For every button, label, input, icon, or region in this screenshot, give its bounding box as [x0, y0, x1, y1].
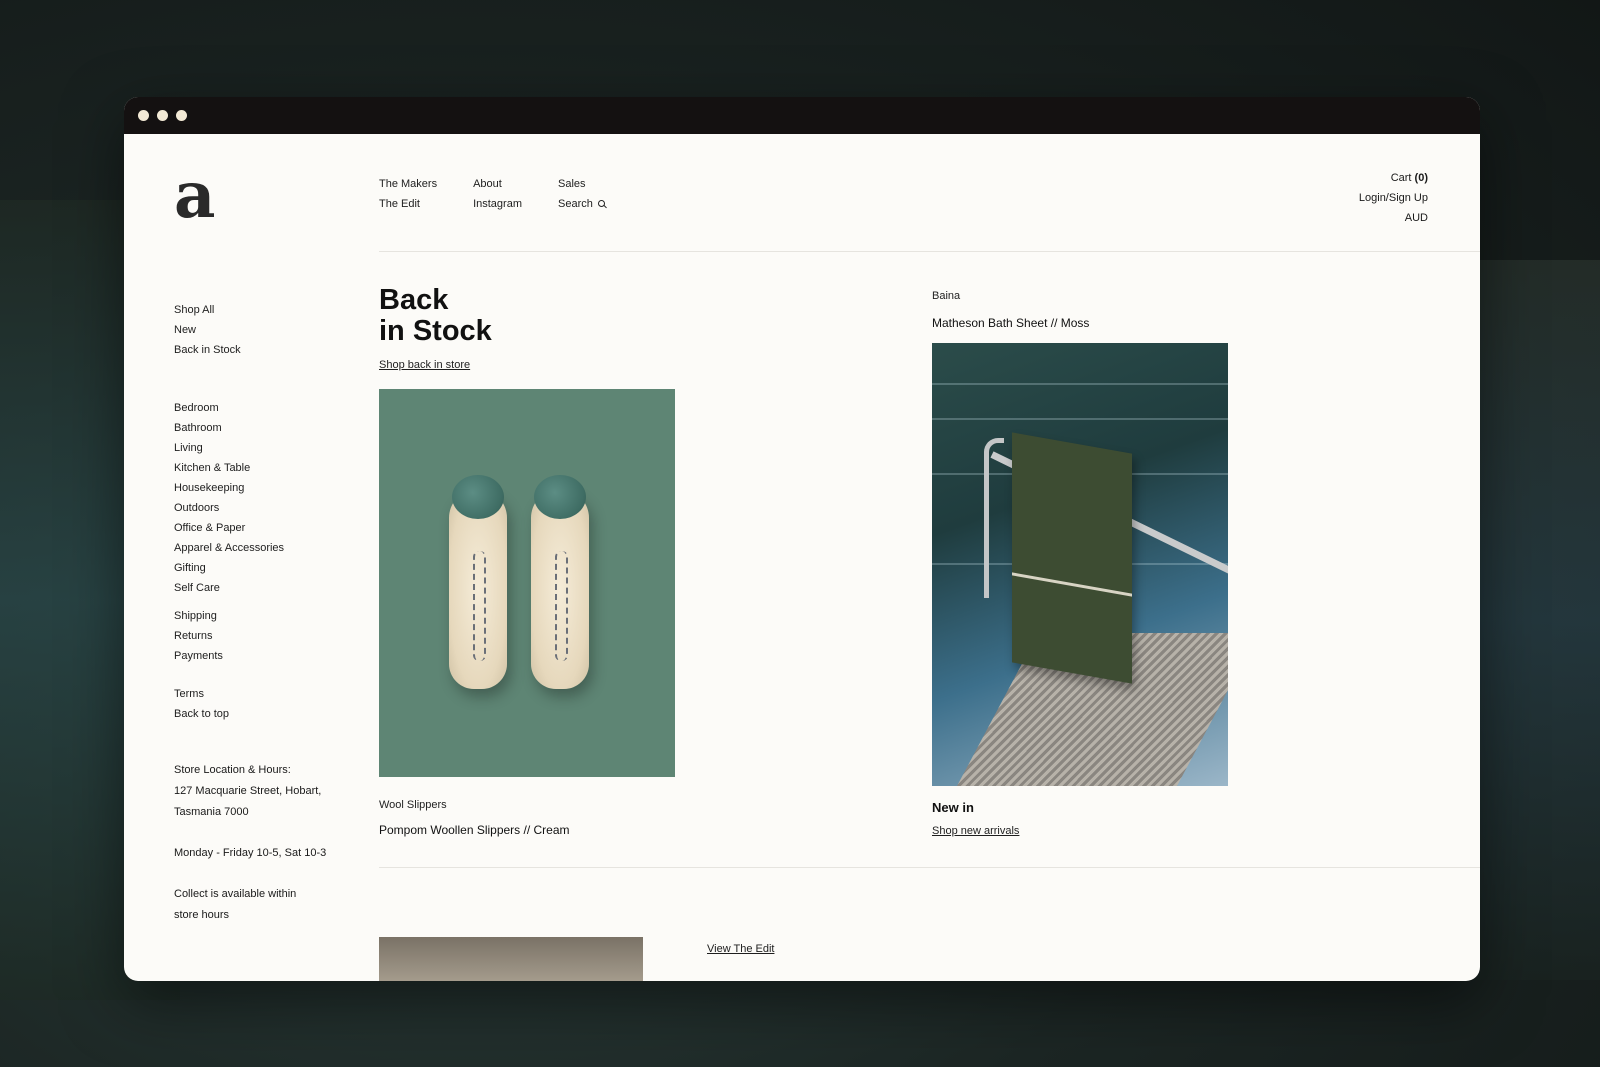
store-heading: Store Location & Hours:	[174, 764, 291, 776]
currency-selector[interactable]: AUD	[1359, 212, 1428, 224]
product-image-towel[interactable]	[932, 343, 1228, 786]
window-titlebar	[124, 97, 1480, 134]
cart-count: (0)	[1414, 172, 1428, 184]
sidebar-item-back-in-stock[interactable]: Back in Stock	[174, 344, 344, 356]
nav-about[interactable]: About	[473, 178, 522, 190]
slipper-left	[449, 489, 507, 689]
nav-the-makers[interactable]: The Makers	[379, 178, 437, 190]
sidebar-item-payments[interactable]: Payments	[174, 650, 344, 662]
shop-back-in-store-link[interactable]: Shop back in store	[379, 359, 470, 371]
water-ripple	[932, 418, 1228, 420]
cart-label: Cart	[1390, 172, 1415, 184]
nav-search[interactable]: Search	[558, 198, 605, 210]
page-content: a The Makers The Edit About Instagram Sa…	[124, 134, 1480, 981]
sidebar-item-self-care[interactable]: Self Care	[174, 582, 344, 594]
sidebar-item-bedroom[interactable]: Bedroom	[174, 402, 344, 414]
sidebar-info: Shipping Returns Payments	[174, 610, 344, 662]
product1-name-link[interactable]: Pompom Woollen Slippers // Cream	[379, 823, 570, 837]
product2-maker: Baina	[932, 290, 961, 302]
store-address: Store Location & Hours: 127 Macquarie St…	[174, 760, 344, 823]
search-icon	[597, 200, 605, 207]
towel-moss	[1012, 432, 1132, 684]
nav-search-label: Search	[558, 198, 593, 210]
product1-maker: Wool Slippers	[379, 799, 447, 811]
store-info: Store Location & Hours: 127 Macquarie St…	[174, 760, 344, 926]
store-address-line2: Tasmania 7000	[174, 806, 249, 818]
account-menu: Cart (0) Login/Sign Up AUD	[1359, 172, 1428, 224]
header-divider	[379, 251, 1480, 252]
nav-column-1: The Makers The Edit	[379, 178, 437, 210]
view-the-edit-link[interactable]: View The Edit	[707, 943, 774, 955]
nav-column-3: Sales Search	[558, 178, 605, 210]
sidebar-item-gifting[interactable]: Gifting	[174, 562, 344, 574]
new-in-title: New in	[932, 800, 974, 815]
sidebar-item-living[interactable]: Living	[174, 442, 344, 454]
sidebar-item-terms[interactable]: Terms	[174, 688, 344, 700]
shop-new-arrivals-link[interactable]: Shop new arrivals	[932, 825, 1019, 837]
sidebar-item-returns[interactable]: Returns	[174, 630, 344, 642]
sidebar-item-kitchen-table[interactable]: Kitchen & Table	[174, 462, 344, 474]
slipper-right	[531, 489, 589, 689]
sidebar-item-housekeeping[interactable]: Housekeeping	[174, 482, 344, 494]
edit-preview-image[interactable]	[379, 937, 643, 981]
sidebar-item-outdoors[interactable]: Outdoors	[174, 502, 344, 514]
browser-window: a The Makers The Edit About Instagram Sa…	[124, 97, 1480, 981]
store-address-line1: 127 Macquarie Street, Hobart,	[174, 785, 322, 797]
nav-the-edit[interactable]: The Edit	[379, 198, 437, 210]
product-image-slippers[interactable]	[379, 389, 675, 777]
section-divider	[379, 867, 1480, 868]
brand-logo[interactable]: a	[174, 164, 215, 228]
sidebar-item-new[interactable]: New	[174, 324, 344, 336]
hero-title-line2: in Stock	[379, 315, 492, 347]
window-close-dot[interactable]	[138, 110, 149, 121]
sidebar-item-shop-all[interactable]: Shop All	[174, 304, 344, 316]
hero-title-line1: Back	[379, 284, 449, 316]
nav-instagram[interactable]: Instagram	[473, 198, 522, 210]
water-ripple	[932, 383, 1228, 385]
sidebar-item-office-paper[interactable]: Office & Paper	[174, 522, 344, 534]
sidebar: Shop All New Back in Stock Bedroom Bathr…	[174, 304, 344, 946]
sidebar-item-back-to-top[interactable]: Back to top	[174, 708, 344, 720]
sidebar-primary: Shop All New Back in Stock	[174, 304, 344, 356]
store-hours: Monday - Friday 10-5, Sat 10-3	[174, 847, 327, 859]
sidebar-item-shipping[interactable]: Shipping	[174, 610, 344, 622]
sidebar-item-bathroom[interactable]: Bathroom	[174, 422, 344, 434]
store-collect: Collect is available within store hours	[174, 884, 344, 926]
store-collect-line2: store hours	[174, 909, 230, 921]
nav-sales[interactable]: Sales	[558, 178, 605, 190]
sidebar-item-apparel-accessories[interactable]: Apparel & Accessories	[174, 542, 344, 554]
store-collect-line1: Collect is available within	[174, 888, 297, 900]
cart-link[interactable]: Cart (0)	[1359, 172, 1428, 184]
slipper-pompom-right	[534, 475, 586, 519]
window-maximize-dot[interactable]	[176, 110, 187, 121]
background-landscape-right	[1460, 260, 1600, 980]
nav-column-2: About Instagram	[473, 178, 522, 210]
product2-name-link[interactable]: Matheson Bath Sheet // Moss	[932, 316, 1089, 330]
slipper-pompom-left	[452, 475, 504, 519]
main-nav: The Makers The Edit About Instagram Sale…	[379, 178, 605, 210]
window-minimize-dot[interactable]	[157, 110, 168, 121]
sidebar-categories: Bedroom Bathroom Living Kitchen & Table …	[174, 402, 344, 594]
hero-title: Back in Stock	[379, 285, 492, 347]
login-signup-link[interactable]: Login/Sign Up	[1359, 192, 1428, 204]
sidebar-legal: Terms Back to top	[174, 688, 344, 720]
